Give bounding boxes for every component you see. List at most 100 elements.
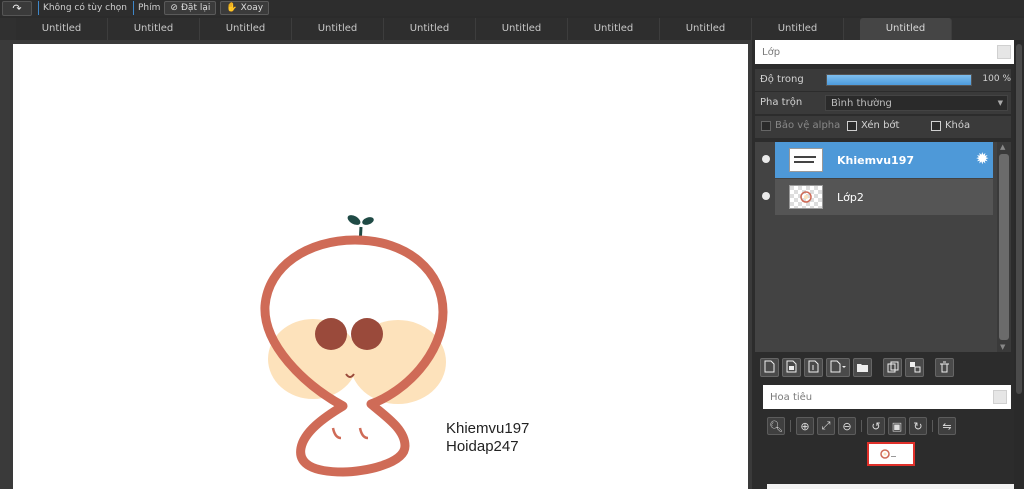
fit-screen-button[interactable]: ⤢ [817, 417, 835, 435]
key-label: Phím [138, 3, 161, 13]
protect-alpha-label: Bảo vệ alpha [775, 120, 841, 131]
document-tabs: Untitled Untitled Untitled Untitled Unti… [0, 18, 1024, 40]
navigator-preview[interactable] [867, 442, 915, 466]
flip-icon: ⇋ [942, 419, 952, 433]
hand-icon: ✋ [226, 3, 238, 13]
layer-panel-collapse-button[interactable] [997, 45, 1011, 59]
tab-untitled-8[interactable]: Untitled [660, 18, 752, 40]
blend-mode-select[interactable]: Bình thường ▼ [825, 95, 1008, 111]
reset-button[interactable]: ⊘ Đặt lại [164, 1, 217, 15]
rotate-left-icon: ↺ [871, 419, 881, 433]
gear-icon[interactable]: ✹ [976, 151, 989, 167]
checkbox-icon [847, 120, 857, 131]
toolbar-divider [38, 1, 39, 15]
tab-untitled-9[interactable]: Untitled [752, 18, 844, 40]
merge-layer-button[interactable] [905, 357, 924, 377]
layer-thumbnail-image [800, 191, 812, 203]
folder-button[interactable] [853, 357, 872, 377]
rotate-right-button[interactable]: ↻ [909, 417, 927, 435]
tab-untitled-active[interactable]: Untitled [860, 18, 952, 40]
layer-list: Khiemvu197 ✹ Lớp2 ▲ ▼ [755, 142, 1011, 352]
blend-label: Pha trộn [760, 97, 803, 108]
layer-list-scrollbar[interactable]: ▲ ▼ [997, 142, 1011, 352]
checkbox-icon [931, 120, 941, 131]
separator [790, 420, 791, 432]
tab-untitled-6[interactable]: Untitled [476, 18, 568, 40]
separator [932, 420, 933, 432]
add-layer-dropdown-button[interactable] [826, 357, 850, 377]
top-toolbar: ↷ Không có tùy chọn Phím ⊘ Đặt lại ✋ Xoa… [0, 0, 1024, 16]
right-panel: Lớp Độ trong 100 % Pha trộn Bình thường … [752, 40, 1024, 489]
tab-untitled-4[interactable]: Untitled [292, 18, 384, 40]
visibility-dot-icon[interactable] [762, 155, 770, 163]
navigator-preview-image [880, 449, 896, 459]
layer-thumbnail [789, 148, 823, 172]
opacity-slider[interactable] [826, 74, 972, 86]
layer-item-lop2[interactable]: Lớp2 [755, 179, 993, 215]
new-layer-button[interactable] [760, 357, 779, 377]
drawing-canvas[interactable]: Khiemvu197 Hoidap247 [13, 44, 748, 489]
tab-untitled-1[interactable]: Untitled [16, 18, 108, 40]
character-drawing [260, 215, 448, 477]
magnifier-icon: 🔍︎ [769, 419, 783, 433]
rotate-button[interactable]: ✋ Xoay [220, 1, 270, 15]
clipping-checkbox[interactable]: Xén bớt [847, 120, 899, 131]
tab-untitled-2[interactable]: Untitled [108, 18, 200, 40]
expand-icon: ⤢ [821, 419, 831, 432]
opacity-slider-fill [827, 75, 971, 85]
opacity-value: 100 % [982, 74, 1011, 84]
opacity-label: Độ trong [760, 74, 804, 85]
duplicate-layer-button[interactable] [883, 357, 902, 377]
right-panel-scrollbar[interactable] [1014, 40, 1024, 489]
blend-mode-value: Bình thường [831, 98, 892, 109]
scrollbar-thumb[interactable] [999, 154, 1009, 340]
navigator-panel-collapse-button[interactable] [993, 390, 1007, 404]
layer-thumbnail-image [794, 156, 816, 163]
lock-checkbox[interactable]: Khóa [931, 120, 970, 131]
signature-line-1: Khiemvu197 [446, 420, 530, 437]
flip-button[interactable]: ⇋ [938, 417, 956, 435]
blend-row: Pha trộn Bình thường ▼ [755, 92, 1011, 114]
opacity-row: Độ trong 100 % [755, 69, 1011, 91]
signature-line-2: Hoidap247 [446, 438, 519, 455]
checkbox-icon [761, 120, 771, 131]
page-icon [786, 358, 797, 377]
clipping-label: Xén bớt [861, 120, 900, 131]
tab-untitled-7[interactable]: Untitled [568, 18, 660, 40]
panel-bottom-strip [767, 484, 1024, 489]
layer-name: Khiemvu197 [837, 153, 915, 167]
navigator-panel-title: Hoa tiêu [770, 392, 813, 403]
layer-panel-title: Lớp [762, 47, 781, 58]
visibility-dot-icon[interactable] [762, 192, 770, 200]
layer-name: Lớp2 [837, 190, 864, 204]
scrollbar-thumb[interactable] [1016, 44, 1022, 394]
new-layer-alt-button[interactable] [782, 357, 801, 377]
redo-arrow-icon: ↷ [12, 1, 22, 15]
toolbar-divider [133, 1, 134, 15]
layer-row[interactable]: Lớp2 [775, 179, 993, 215]
canvas-area[interactable]: Khiemvu197 Hoidap247 [0, 40, 752, 489]
scroll-up-icon[interactable]: ▲ [1000, 143, 1005, 151]
zoom-out-button[interactable]: ⊖ [838, 417, 856, 435]
lock-label: Khóa [945, 120, 971, 131]
tab-untitled-5[interactable]: Untitled [384, 18, 476, 40]
tab-untitled-3[interactable]: Untitled [200, 18, 292, 40]
import-layer-button[interactable] [804, 357, 823, 377]
no-options-label: Không có tùy chọn [43, 3, 127, 13]
fit-view-button[interactable]: ▣ [888, 417, 906, 435]
delete-layer-button[interactable] [935, 357, 954, 377]
scroll-down-icon[interactable]: ▼ [1000, 343, 1005, 351]
folder-icon [856, 358, 869, 377]
protect-alpha-checkbox[interactable]: Bảo vệ alpha [761, 120, 840, 131]
rotate-left-button[interactable]: ↺ [867, 417, 885, 435]
zoom-in-button[interactable]: ⊕ [796, 417, 814, 435]
layer-item-khiemvu197[interactable]: Khiemvu197 ✹ [755, 142, 993, 178]
layer-row[interactable]: Khiemvu197 ✹ [775, 142, 993, 178]
zoom-fit-button[interactable]: 🔍︎ [767, 417, 785, 435]
redo-button[interactable]: ↷ [2, 0, 32, 16]
navigator-toolbar: 🔍︎ ⊕ ⤢ ⊖ ↺ ▣ ↻ ⇋ [767, 416, 987, 436]
layer-panel-header: Lớp [755, 40, 1015, 64]
layer-actions-bar [755, 356, 1011, 378]
page-one-icon [808, 358, 819, 377]
rotate-right-icon: ↻ [913, 419, 923, 433]
